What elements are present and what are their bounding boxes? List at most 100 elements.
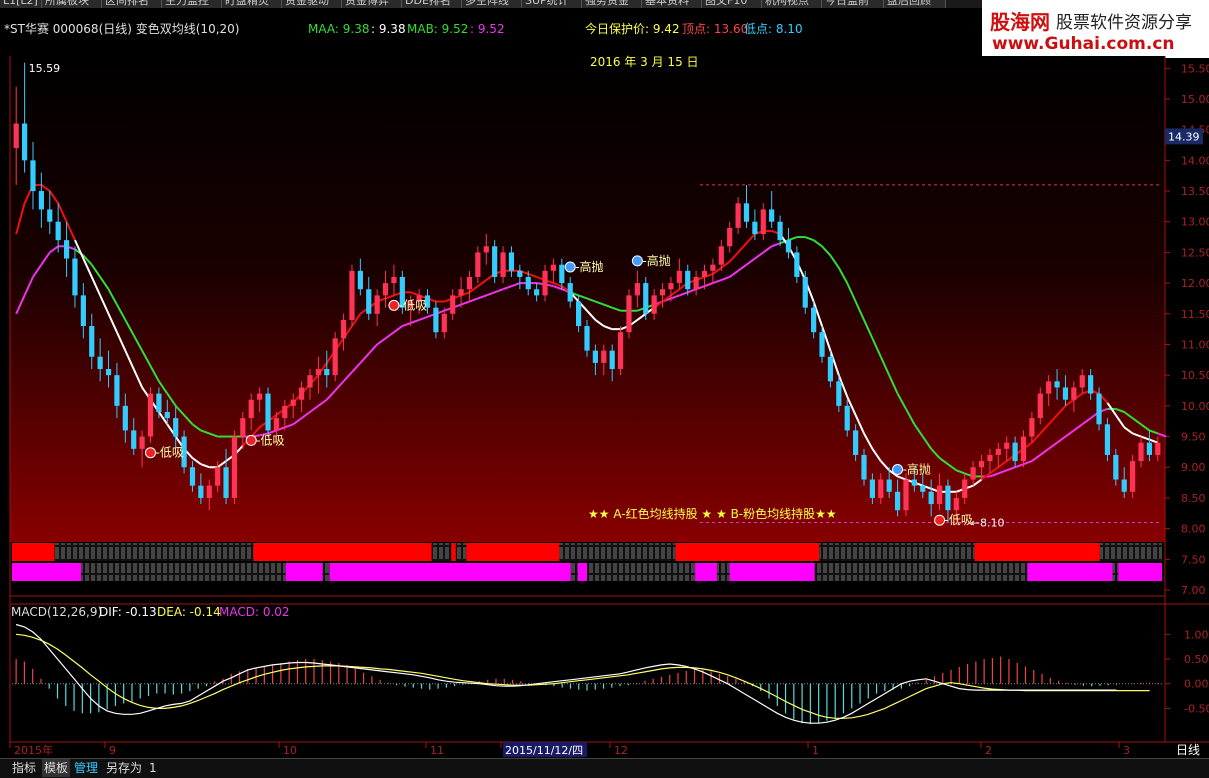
min-price-label: ←8.10 <box>971 516 1005 529</box>
candle-body <box>290 399 296 406</box>
candle-body <box>970 467 976 480</box>
y-tick-label: 11.50 <box>1181 308 1209 321</box>
x-tick-label: 1 <box>812 744 819 757</box>
candle-body <box>1046 381 1052 394</box>
candle-body <box>63 240 70 259</box>
legend-text: ★★ A-红色均线持股 ★ ★ B-粉色均线持股★★ <box>588 506 837 521</box>
candle-body <box>752 221 758 234</box>
macd-y-tick-label: -0.50 <box>1184 702 1209 715</box>
candle-body <box>164 412 170 419</box>
candle-body <box>936 485 943 505</box>
candle-body <box>1037 393 1043 419</box>
candle-body <box>223 467 229 498</box>
candle-body <box>1062 387 1069 400</box>
candle-body <box>131 430 137 449</box>
signal-band-segment <box>587 563 696 581</box>
signal-band-segment <box>455 543 467 561</box>
page-number[interactable]: 1 <box>149 759 157 777</box>
y-tick-label: 7.00 <box>1181 584 1206 597</box>
candle-body <box>886 479 892 492</box>
candle-body <box>441 313 447 333</box>
buy-marker-icon <box>388 299 400 311</box>
signal-band-segment <box>716 563 730 581</box>
candle-body <box>1155 442 1161 455</box>
max-price-label: 15.59 <box>29 62 61 75</box>
candle-body <box>231 436 238 498</box>
date-label: 2016 年 3 月 15 日 <box>590 55 699 69</box>
candle-body <box>206 485 212 498</box>
signal-band-segment <box>12 543 55 561</box>
candle-body <box>273 418 280 431</box>
template-tab[interactable]: 模板 <box>42 759 71 777</box>
x-tick-label: 9 <box>109 744 116 757</box>
manage-tab[interactable]: 管理 <box>74 759 98 777</box>
candle-body <box>1113 454 1119 480</box>
signal-band-segment <box>1112 563 1119 581</box>
candle-body <box>601 350 607 363</box>
buy-label: -低吸 <box>256 433 284 447</box>
candle-body <box>21 123 28 161</box>
save-as-tab[interactable]: 另存为 <box>106 759 142 777</box>
y-tick-label: 12.50 <box>1181 246 1209 259</box>
candle-body <box>567 283 573 302</box>
candle-body <box>1096 393 1102 425</box>
x-tick-label: 2 <box>985 744 992 757</box>
candle-body <box>391 276 397 284</box>
candle-body <box>584 326 590 351</box>
candle-body <box>382 283 389 296</box>
candle-body <box>534 289 540 296</box>
candle-body <box>248 399 254 419</box>
candle-body <box>475 252 481 277</box>
candle-body <box>962 479 968 498</box>
signal-band-segment <box>695 563 717 581</box>
stock-chart[interactable]: 7.007.508.008.509.009.5010.0010.5011.001… <box>0 0 1209 758</box>
signal-band-segment <box>819 563 1028 581</box>
candle-body <box>349 270 355 320</box>
candle-body <box>836 381 842 406</box>
y-tick-label: 8.00 <box>1181 523 1206 536</box>
y-tick-label: 15.00 <box>1181 93 1209 106</box>
candle-body <box>282 405 288 419</box>
candle-body <box>374 295 380 314</box>
signal-band-segment <box>466 543 560 561</box>
candle-body <box>215 467 221 486</box>
signal-band-segment <box>675 543 820 561</box>
candle-body <box>1130 461 1136 492</box>
candle-body <box>340 319 347 339</box>
candle-body <box>525 276 531 290</box>
candle-body <box>550 264 557 271</box>
macd-y-tick-label: 1.00 <box>1184 628 1209 641</box>
candle-body <box>366 289 372 314</box>
x-tick-label: 10 <box>283 744 297 757</box>
candle-body <box>735 203 741 228</box>
candle-body <box>450 295 456 314</box>
buy-label: -低吸 <box>399 298 427 312</box>
signal-band-segment <box>974 543 1100 561</box>
signal-band-segment <box>253 543 432 561</box>
y-tick-label: 12.00 <box>1181 277 1209 290</box>
indicator-tab[interactable]: 指标 <box>12 759 36 777</box>
candle-body <box>114 375 120 406</box>
candle-body <box>517 270 523 277</box>
candle-body <box>72 258 78 296</box>
candle-body <box>105 369 112 376</box>
candle-body <box>995 448 1001 455</box>
candle-body <box>769 209 775 222</box>
y-tick-label: 15.50 <box>1181 62 1209 75</box>
y-tick-label: 8.50 <box>1181 492 1206 505</box>
candle-body <box>38 191 44 210</box>
sell-label: -高抛 <box>575 259 603 274</box>
sell-marker-icon <box>564 261 576 273</box>
candle-body <box>659 289 666 296</box>
macd-dif: DIF: -0.13 <box>99 605 157 619</box>
x-tick-label: 12 <box>614 744 628 757</box>
candle-body <box>257 393 263 400</box>
signal-band-segment <box>322 563 330 581</box>
y-tick-label: 10.50 <box>1181 369 1209 382</box>
signal-band-segment <box>577 563 587 581</box>
candle-body <box>483 246 489 253</box>
candle-body <box>727 227 733 247</box>
y-tick-label: 10.00 <box>1181 400 1209 413</box>
candle-body <box>433 307 439 333</box>
candle-body <box>844 405 850 431</box>
